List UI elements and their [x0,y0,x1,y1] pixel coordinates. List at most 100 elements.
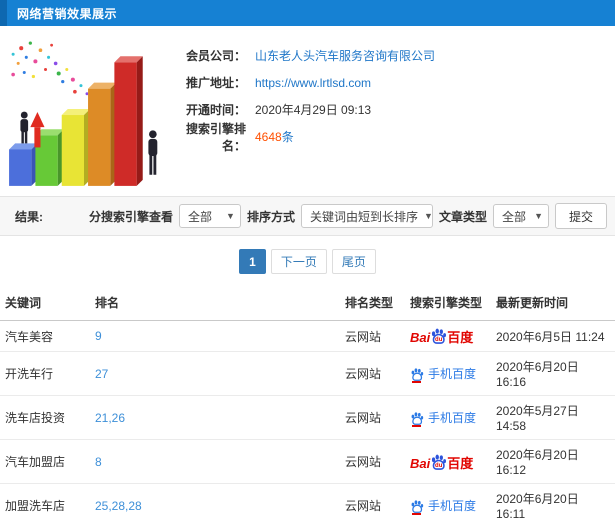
header-updated: 最新更新时间 [491,285,615,321]
results-table-head: 关键词 排名 排名类型 搜索引擎类型 最新更新时间 [0,285,615,321]
keyword-cell: 汽车美容 [0,320,90,352]
engine-cell: 手机百度 [405,351,491,396]
engine-rank-label: 搜索引擎排名： [185,121,246,153]
filter-controls: 分搜索引擎查看 全部 ▼ 排序方式 关键词由短到长排序 ▼ 文章类型 全部 ▼ … [89,203,607,229]
mobile-baidu-underline [412,512,421,515]
engine-rank-count: 4648 [255,130,282,144]
rank-type-cell: 云网站 [340,320,405,352]
rank-cell: 27 [90,351,340,396]
svg-text:du: du [435,337,443,343]
rank-type-cell: 云网站 [340,483,405,520]
mobile-baidu-underline [412,380,421,383]
mobile-baidu-logo: 手机百度 [410,409,477,427]
engine-filter-label: 分搜索引擎查看 [88,209,173,224]
rank-link[interactable]: 9 [95,329,102,343]
company-link[interactable]: 山东老人头汽车服务咨询有限公司 [255,49,435,63]
baidu-logo: Bai du 百度 [410,453,473,470]
rank-link[interactable]: 21,26 [95,411,125,425]
rank-cell: 8 [90,439,340,484]
rank-type-cell: 云网站 [340,439,405,484]
mobile-baidu-label: 手机百度 [428,367,477,381]
updated-time-cell: 2020年6月20日 16:16 [491,351,615,396]
baidu-paw-icon: du [432,454,447,470]
businessman-left [20,111,29,144]
next-page-button[interactable]: 下一页 [270,249,327,274]
field-company: 会员公司： 山东老人头汽车服务咨询有限公司 [168,42,435,69]
baidu-logo-cn: 百度 [447,330,474,345]
baidu-logo-bai: Bai [410,455,431,471]
table-row: 汽车美容 9 云网站 Bai du 百度 2020年6月5日 11:24 [0,320,615,352]
svg-text:du: du [435,463,443,469]
engine-cell: 手机百度 [405,395,491,440]
chevron-down-icon: ▼ [534,211,543,221]
updated-time-cell: 2020年6月20日 16:11 [491,483,615,520]
sort-label: 排序方式 [246,209,295,224]
mobile-baidu-label: 手机百度 [428,499,477,513]
updated-time-cell: 2020年5月27日 14:58 [491,395,615,440]
engine-cell: 手机百度 [405,483,491,520]
header-keyword: 关键词 [0,285,90,321]
table-row: 加盟洗车店 25,28,28 云网站 手机百度 2020年6月20日 16:11 [0,483,615,520]
promo-url-label: 推广地址： [185,76,246,90]
header-rank-type: 排名类型 [340,285,405,321]
submit-button[interactable]: 提交 [554,203,607,229]
company-label: 会员公司： [185,49,246,63]
mobile-baidu-underline [412,424,421,427]
chart-bars [9,56,143,186]
open-time-value: 2020年4月29日 09:13 [255,103,372,117]
engine-cell: Bai du 百度 [405,320,491,352]
engine-filter-select[interactable]: 全部 ▼ [178,204,241,228]
title-bar: 网络营销效果展示 [0,0,615,26]
updated-time-cell: 2020年6月5日 11:24 [491,320,615,352]
article-type-select[interactable]: 全部 ▼ [492,204,549,228]
chevron-down-icon: ▼ [423,211,433,221]
baidu-logo-cn: 百度 [447,455,474,471]
open-time-label: 开通时间： [185,103,246,117]
baidu-paw-icon [411,367,424,381]
baidu-logo-bai: Bai [410,330,431,345]
rank-link[interactable]: 27 [95,367,108,381]
businessman-right [148,130,158,175]
header-rank: 排名 [90,285,340,321]
chevron-down-icon: ▼ [226,211,235,221]
baidu-paw-icon: du [432,328,447,344]
rank-cell: 25,28,28 [90,483,340,520]
baidu-paw-icon [411,411,424,425]
article-type-label: 文章类型 [438,209,487,224]
mobile-baidu-logo: 手机百度 [410,497,477,515]
last-page-button[interactable]: 尾页 [331,249,376,274]
table-row: 开洗车行 27 云网站 手机百度 2020年6月20日 16:16 [0,351,615,396]
article-type-value: 全部 [501,209,526,224]
field-engine-rank: 搜索引擎排名： 4648条 [168,122,435,153]
keyword-cell: 开洗车行 [0,351,90,396]
mobile-baidu-logo: 手机百度 [410,365,477,383]
baidu-paw-icon [411,499,424,513]
account-info-section: 会员公司： 山东老人头汽车服务咨询有限公司 推广地址： https://www.… [0,26,615,196]
engine-cell: Bai du 百度 [405,439,491,484]
rank-type-cell: 云网站 [340,351,405,396]
confetti-dots [11,41,95,102]
keyword-cell: 加盟洗车店 [0,483,90,520]
table-row: 汽车加盟店 8 云网站 Bai du 百度 2020年6月20日 16:12 [0,439,615,484]
promo-url-link[interactable]: https://www.lrtlsd.com [255,76,371,90]
results-table-body: 汽车美容 9 云网站 Bai du 百度 2020年6月5日 11:24 开洗车… [0,320,615,520]
keyword-cell: 汽车加盟店 [0,439,90,484]
updated-time-cell: 2020年6月20日 16:12 [491,439,615,484]
mobile-baidu-label: 手机百度 [428,411,477,425]
rank-link[interactable]: 8 [95,455,102,469]
sort-select[interactable]: 关键词由短到长排序 ▼ [300,204,433,228]
engine-filter-value: 全部 [187,209,212,224]
result-label: 结果: [15,209,43,224]
keyword-cell: 洗车店投资 [0,395,90,440]
sort-value: 关键词由短到长排序 [309,209,418,224]
rank-link[interactable]: 25,28,28 [95,499,142,513]
account-fields: 会员公司： 山东老人头汽车服务咨询有限公司 推广地址： https://www.… [168,32,435,196]
rank-cell: 21,26 [90,395,340,440]
page-title: 网络营销效果展示 [17,6,118,21]
table-row: 洗车店投资 21,26 云网站 手机百度 2020年5月27日 14:58 [0,395,615,440]
field-promo-url: 推广地址： https://www.lrtlsd.com [168,69,435,96]
filter-bar: 结果: 分搜索引擎查看 全部 ▼ 排序方式 关键词由短到长排序 ▼ 文章类型 全… [0,196,615,236]
engine-rank-suffix: 条 [281,130,294,144]
page-button-current[interactable]: 1 [239,249,266,274]
rank-type-cell: 云网站 [340,395,405,440]
